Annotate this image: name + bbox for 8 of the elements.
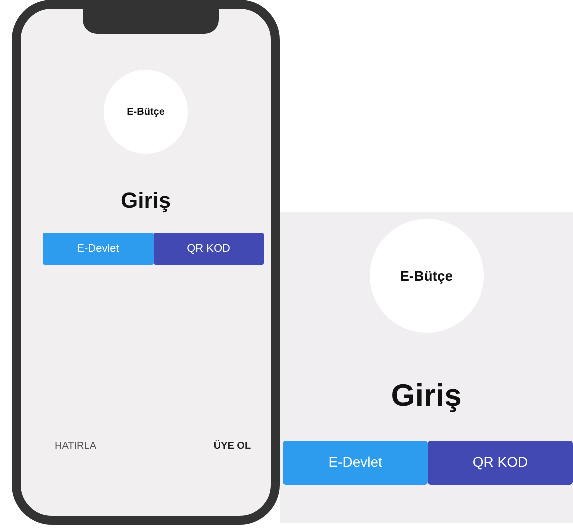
page-title: Giriş <box>391 377 462 415</box>
login-button[interactable]: QR KOD <box>428 440 573 484</box>
page-title: Giriş <box>120 187 172 215</box>
remember-link[interactable]: HATIRLA <box>55 439 96 454</box>
login-button[interactable]: QR KOD <box>154 233 264 265</box>
app-logo: E-Bütçe <box>104 70 188 154</box>
app-logo: E-Bütçe <box>370 219 484 333</box>
signup-link[interactable]: ÜYE OL <box>214 439 252 454</box>
